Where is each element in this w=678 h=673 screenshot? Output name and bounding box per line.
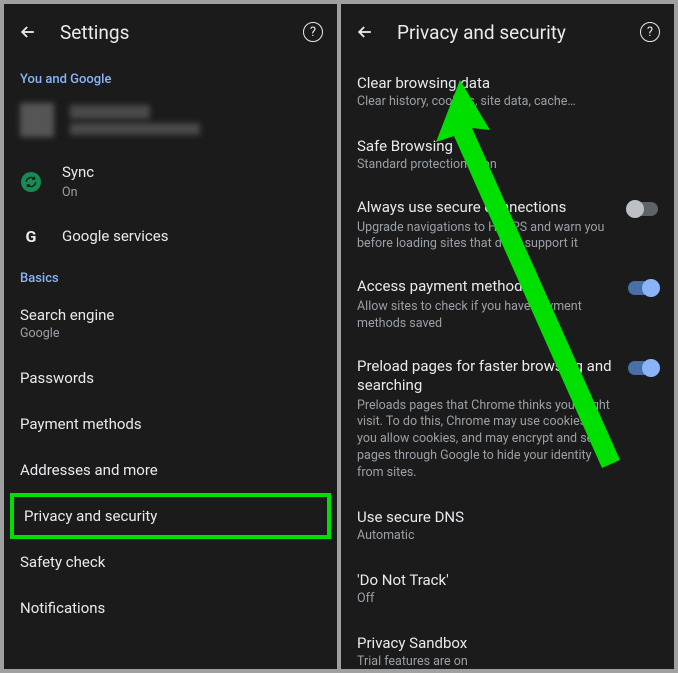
payment-toggle[interactable] <box>628 281 658 295</box>
section-basics: Basics <box>4 259 337 292</box>
preload-sub: Preloads pages that Chrome thinks you mi… <box>357 398 618 482</box>
preload-row[interactable]: Preload pages for faster browsing and se… <box>341 345 674 494</box>
payment-access-row[interactable]: Access payment methods Allow sites to ch… <box>341 265 674 344</box>
header: Privacy and security ? <box>341 4 674 60</box>
secure-dns-row[interactable]: Use secure DNS Automatic <box>341 494 674 557</box>
search-engine-title: Search engine <box>20 306 321 324</box>
https-sub: Upgrade navigations to HTTPS and warn yo… <box>357 220 618 254</box>
back-arrow-icon[interactable] <box>18 22 38 42</box>
search-engine-sub: Google <box>20 326 321 341</box>
safe-browsing-row[interactable]: Safe Browsing Standard protection is on <box>341 123 674 186</box>
sync-sub: On <box>62 185 321 202</box>
addresses-title: Addresses and more <box>20 461 321 479</box>
addresses-row[interactable]: Addresses and more <box>4 447 337 493</box>
help-icon[interactable]: ? <box>640 22 660 42</box>
safe-title: Safe Browsing <box>357 137 658 155</box>
preload-toggle[interactable] <box>628 361 658 375</box>
dns-title: Use secure DNS <box>357 508 658 526</box>
sync-icon <box>21 172 41 192</box>
google-services-row[interactable]: G Google services <box>4 213 337 259</box>
section-you-and-google: You and Google <box>4 60 337 93</box>
sandbox-sub: Trial features are on <box>357 654 658 669</box>
payment-title: Access payment methods <box>357 277 618 297</box>
help-icon[interactable]: ? <box>303 22 323 42</box>
dnt-sub: Off <box>357 591 658 606</box>
account-info <box>70 105 200 135</box>
sync-title: Sync <box>62 163 321 183</box>
sync-row[interactable]: Sync On <box>4 151 337 213</box>
page-title: Privacy and security <box>397 21 640 44</box>
safety-check-row[interactable]: Safety check <box>4 539 337 585</box>
clear-sub: Clear history, cookies, site data, cache… <box>357 94 658 109</box>
google-icon: G <box>21 226 41 246</box>
safety-check-title: Safety check <box>20 553 321 571</box>
clear-browsing-data-row[interactable]: Clear browsing data Clear history, cooki… <box>341 60 674 123</box>
privacy-security-row[interactable]: Privacy and security <box>10 493 331 539</box>
https-toggle[interactable] <box>628 202 658 216</box>
payment-methods-title: Payment methods <box>20 415 321 433</box>
settings-screen: Settings ? You and Google Sync On G Goog… <box>4 4 337 669</box>
avatar <box>20 103 54 137</box>
payment-methods-row[interactable]: Payment methods <box>4 401 337 447</box>
clear-title: Clear browsing data <box>357 74 658 92</box>
privacy-security-screen: Privacy and security ? Clear browsing da… <box>341 4 674 669</box>
do-not-track-row[interactable]: 'Do Not Track' Off <box>341 557 674 620</box>
dnt-title: 'Do Not Track' <box>357 571 658 589</box>
preload-title: Preload pages for faster browsing and se… <box>357 357 618 396</box>
privacy-sandbox-row[interactable]: Privacy Sandbox Trial features are on <box>341 620 674 669</box>
safe-sub: Standard protection is on <box>357 157 658 172</box>
back-arrow-icon[interactable] <box>355 22 375 42</box>
privacy-security-title: Privacy and security <box>24 507 317 525</box>
notifications-title: Notifications <box>20 599 321 617</box>
passwords-title: Passwords <box>20 369 321 387</box>
sandbox-title: Privacy Sandbox <box>357 634 658 652</box>
dns-sub: Automatic <box>357 528 658 543</box>
google-services-title: Google services <box>62 227 321 247</box>
payment-sub: Allow sites to check if you have payment… <box>357 299 618 333</box>
header: Settings ? <box>4 4 337 60</box>
search-engine-row[interactable]: Search engine Google <box>4 292 337 355</box>
notifications-row[interactable]: Notifications <box>4 585 337 631</box>
passwords-row[interactable]: Passwords <box>4 355 337 401</box>
secure-connections-row[interactable]: Always use secure connections Upgrade na… <box>341 186 674 265</box>
account-row[interactable] <box>4 93 337 151</box>
page-title: Settings <box>60 21 303 44</box>
https-title: Always use secure connections <box>357 198 618 218</box>
